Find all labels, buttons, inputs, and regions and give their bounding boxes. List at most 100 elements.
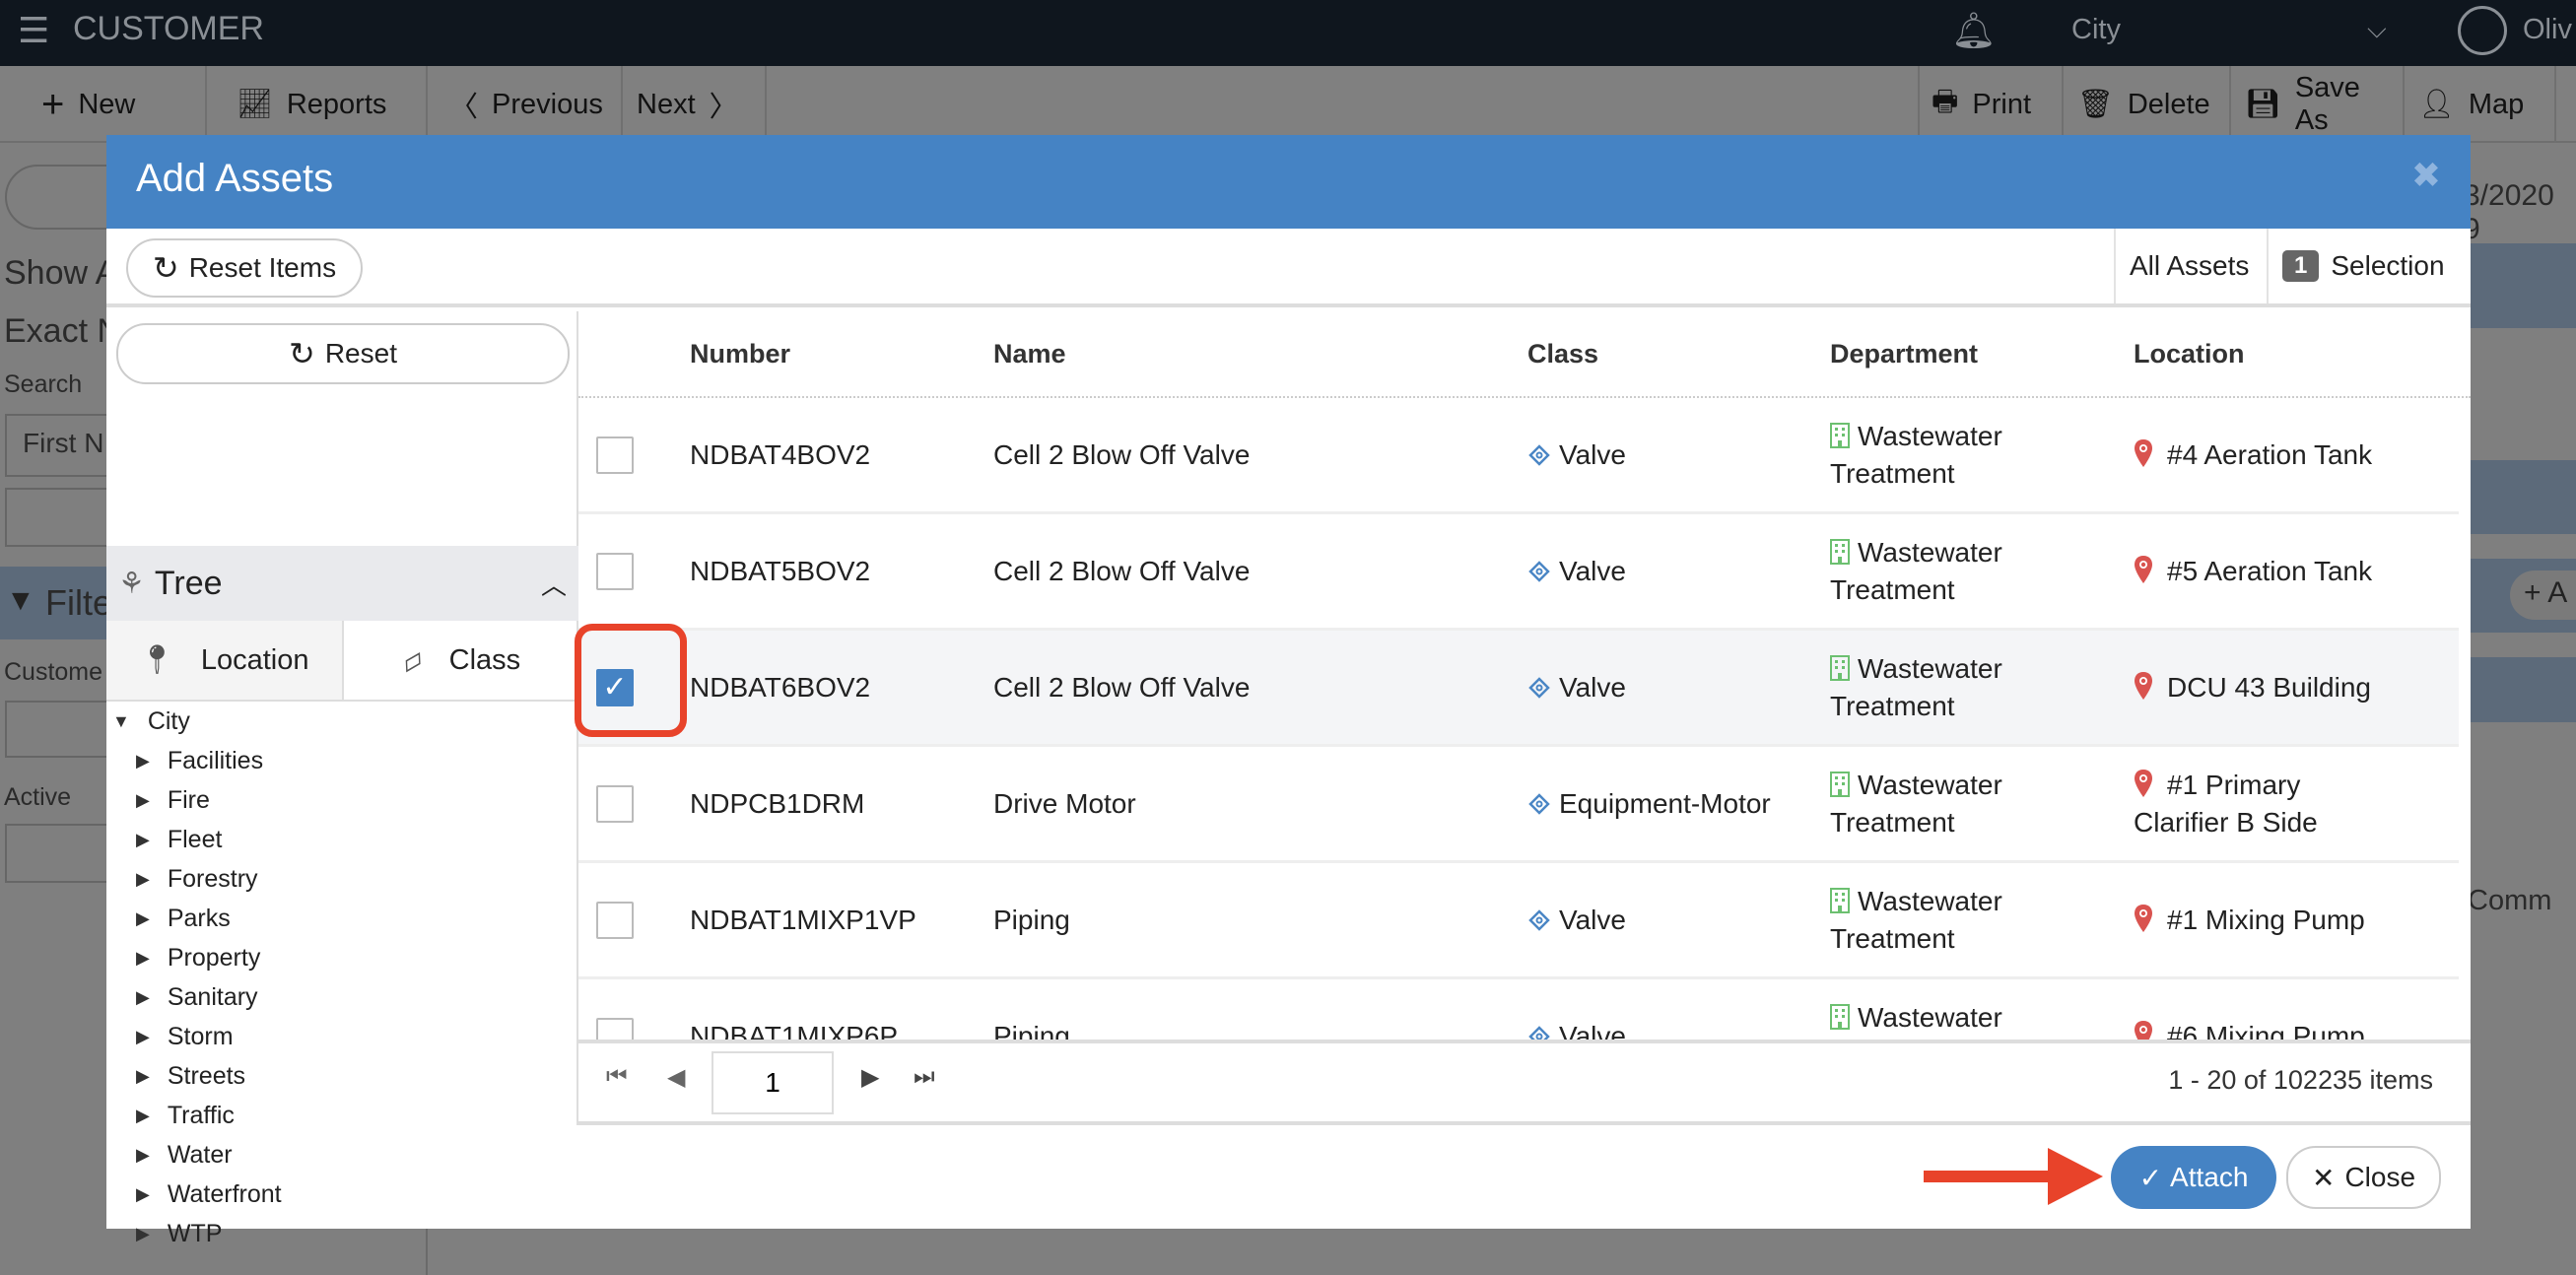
tree-node[interactable]: ▶ Traffic <box>136 1096 235 1135</box>
column-class[interactable]: Class <box>1527 339 1598 369</box>
tree-node[interactable]: ▶ Waterfront <box>136 1174 282 1214</box>
tree-node[interactable]: ▶ Fire <box>136 780 210 820</box>
modal-subheader: ↻ Reset Items All Assets 1 Selection <box>106 229 2471 307</box>
bg-search-field: First N <box>5 414 123 477</box>
caret-right-icon[interactable]: ▶ <box>136 908 150 929</box>
selection-tab[interactable]: 1 Selection <box>2267 229 2471 303</box>
table-row[interactable]: ✓ NDBAT6BOV2 Cell 2 Blow Off Valve Valve Was… <box>578 631 2459 747</box>
caret-right-icon[interactable]: ▶ <box>136 948 150 969</box>
caret-right-icon[interactable]: ▶ <box>136 790 150 811</box>
next-button[interactable]: Next 〉 <box>625 66 767 143</box>
last-page-icon[interactable]: ⏭ <box>914 1063 935 1091</box>
tree-node[interactable]: ▶ WTP <box>136 1214 222 1253</box>
bg-input <box>5 488 123 547</box>
reset-items-button[interactable]: ↻ Reset Items <box>126 238 363 298</box>
all-assets-tab[interactable]: All Assets <box>2114 229 2263 303</box>
column-location[interactable]: Location <box>2134 339 2245 369</box>
row-checkbox[interactable] <box>596 552 634 590</box>
first-page-icon[interactable]: ⏮ <box>606 1063 628 1091</box>
column-number[interactable]: Number <box>690 339 790 369</box>
bg-divider <box>426 1229 428 1275</box>
avatar[interactable] <box>2458 6 2507 55</box>
table-row[interactable]: NDBAT5BOV2 Cell 2 Blow Off Valve Valve Wast… <box>578 514 2459 631</box>
map-pin-icon <box>2135 555 2152 583</box>
page-input[interactable] <box>712 1051 834 1114</box>
grid-header: Number Name Class Department Location <box>578 311 2471 398</box>
tab-class[interactable]: ▱ Class <box>344 621 579 700</box>
tree-node[interactable]: ▶ Water <box>136 1135 233 1174</box>
tree-node[interactable]: ▶ Sanitary <box>136 977 258 1017</box>
caret-right-icon[interactable]: ▶ <box>136 1224 150 1244</box>
building-icon <box>1830 538 1850 565</box>
bg-band <box>2471 460 2576 534</box>
delete-button[interactable]: 🗑︎ Delete <box>2066 66 2231 143</box>
asset-name: Piping <box>993 904 1070 935</box>
row-checkbox[interactable] <box>596 901 634 939</box>
previous-button[interactable]: 〈 Previous <box>430 66 623 143</box>
caret-right-icon[interactable]: ▶ <box>136 751 150 772</box>
close-icon[interactable]: ✖ <box>2411 155 2441 196</box>
asset-class: Valve <box>1527 863 1626 976</box>
asset-class: Valve <box>1527 631 1626 744</box>
asset-department: WastewaterTreatment <box>1830 652 2002 721</box>
bell-icon[interactable]: 🔔︎ <box>1951 10 1997 51</box>
next-page-icon[interactable]: ▶ <box>861 1063 879 1092</box>
caret-right-icon[interactable]: ▶ <box>136 1066 150 1087</box>
bg-input <box>5 824 123 883</box>
table-row[interactable]: NDBAT4BOV2 Cell 2 Blow Off Valve Valve Wast… <box>578 398 2459 514</box>
tree-node[interactable]: ▶ Storm <box>136 1017 234 1056</box>
map-pin-icon <box>2135 671 2152 700</box>
caret-right-icon[interactable]: ▶ <box>136 1027 150 1047</box>
caret-right-icon[interactable]: ▶ <box>136 1184 150 1205</box>
reports-button[interactable]: 📈︎ Reports <box>209 66 428 143</box>
building-icon <box>1830 1003 1850 1030</box>
tree-node[interactable]: ▶ Property <box>136 938 260 977</box>
tree-node[interactable]: ▶ Parks <box>136 899 231 938</box>
map-pin-icon <box>2135 769 2152 797</box>
city-select[interactable]: City <box>2071 14 2121 46</box>
caret-right-icon[interactable]: ▶ <box>136 987 150 1008</box>
print-button[interactable]: 🖶 Print <box>1918 66 2064 143</box>
tab-location[interactable]: 📍︎ Location <box>106 621 344 700</box>
map-button[interactable]: 👤︎ Map <box>2407 66 2556 143</box>
bg-band <box>2471 657 2576 722</box>
reset-button[interactable]: ↻ Reset <box>116 323 570 384</box>
tree-node[interactable]: ▶ Streets <box>136 1056 245 1096</box>
tree-node[interactable]: ▶ Facilities <box>136 741 263 780</box>
map-pin-icon <box>2135 438 2152 467</box>
caret-right-icon[interactable]: ▶ <box>136 1145 150 1166</box>
column-department[interactable]: Department <box>1830 339 1978 369</box>
close-button[interactable]: ✕ Close <box>2286 1146 2441 1209</box>
attach-button[interactable]: ✓ Attach <box>2111 1146 2276 1209</box>
asset-number: NDPCB1DRM <box>690 787 865 819</box>
chevron-up-icon[interactable]: ︿ <box>541 566 567 602</box>
caret-right-icon[interactable]: ▶ <box>136 1106 150 1126</box>
menu-icon[interactable]: ☰ <box>18 10 49 51</box>
table-row[interactable]: NDPCB1DRM Drive Motor Equipment-Motor Waste… <box>578 747 2459 863</box>
tree-node-root[interactable]: ▼ City <box>112 702 190 741</box>
row-checkbox[interactable] <box>596 436 634 474</box>
asset-department: WastewaterTreatment <box>1830 885 2002 954</box>
asset-location: #1 Mixing Pump <box>2134 863 2365 976</box>
new-button[interactable]: + New <box>30 66 207 143</box>
caret-right-icon[interactable]: ▶ <box>136 830 150 850</box>
asset-class: Valve <box>1527 398 1626 511</box>
row-checkbox[interactable] <box>596 784 634 823</box>
prev-page-icon[interactable]: ◀ <box>667 1063 685 1092</box>
modal-title: Add Assets <box>136 157 334 200</box>
tree-node[interactable]: ▶ Fleet <box>136 820 222 859</box>
save-icon: 💾︎ <box>2245 89 2281 120</box>
tree-node[interactable]: ▶ Forestry <box>136 859 258 899</box>
tree-header[interactable]: ⚘ Tree ︿ <box>106 546 578 621</box>
caret-down-icon[interactable]: ▼ <box>112 711 130 732</box>
chevron-down-icon[interactable]: ⌵ <box>2367 14 2387 45</box>
save-as-button[interactable]: 💾︎ Save As <box>2233 66 2405 143</box>
x-icon: ✕ <box>2311 1162 2336 1193</box>
chevron-left-icon: 〈 <box>449 92 479 123</box>
asset-name: Cell 2 Blow Off Valve <box>993 555 1251 586</box>
asset-department: WastewaterTreatment <box>1830 420 2002 489</box>
user-name[interactable]: Oliv <box>2523 14 2572 46</box>
table-row[interactable]: NDBAT1MIXP1VP Piping Valve Wastewater Treatm… <box>578 863 2459 979</box>
caret-right-icon[interactable]: ▶ <box>136 869 150 890</box>
column-name[interactable]: Name <box>993 339 1066 369</box>
